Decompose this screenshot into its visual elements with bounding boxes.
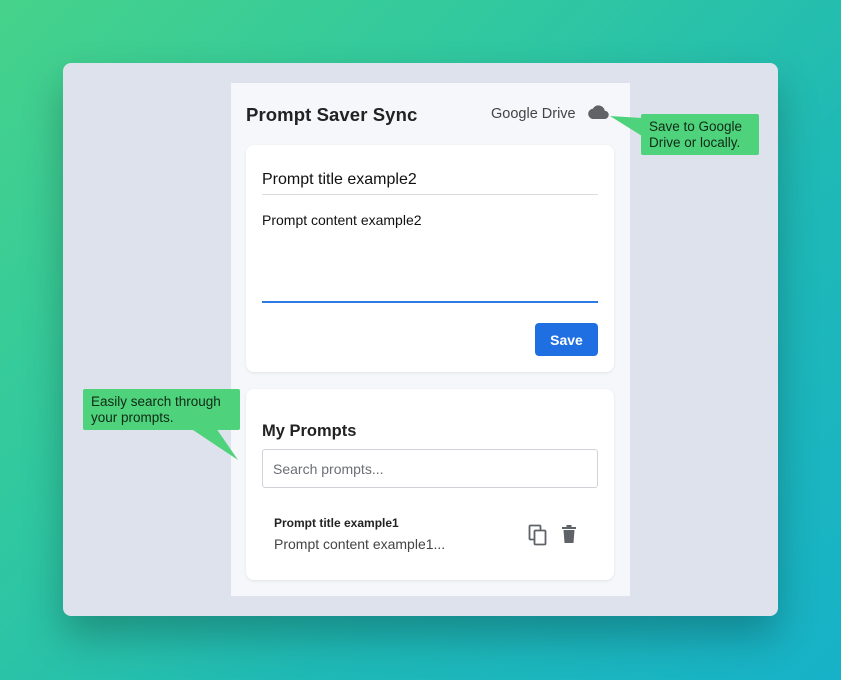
search-input[interactable] — [262, 449, 598, 488]
prompt-editor-card: Prompt content example2 Save — [246, 145, 614, 372]
extension-popup: Prompt Saver Sync Google Drive Prompt co… — [231, 83, 630, 596]
prompt-list-item[interactable]: Prompt title example1 Prompt content exa… — [274, 516, 584, 556]
callout-drive: Save to Google Drive or locally. — [641, 114, 759, 155]
prompt-title-input[interactable] — [262, 165, 598, 195]
prompt-item-content: Prompt content example1... — [274, 536, 446, 552]
my-prompts-heading: My Prompts — [262, 422, 357, 440]
prompt-content-textarea[interactable]: Prompt content example2 — [262, 211, 598, 303]
app-title: Prompt Saver Sync — [246, 104, 418, 125]
callout-search: Easily search through your prompts. — [83, 389, 240, 430]
callout-search-pointer — [190, 428, 238, 460]
save-button[interactable]: Save — [535, 323, 598, 356]
my-prompts-card: My Prompts Prompt title example1 Prompt … — [246, 389, 614, 580]
cloud-icon[interactable] — [587, 103, 609, 121]
prompt-item-title: Prompt title example1 — [274, 516, 399, 530]
trash-icon[interactable] — [561, 525, 577, 544]
storage-label: Google Drive — [491, 106, 576, 122]
callout-drive-pointer — [610, 116, 642, 136]
copy-icon[interactable] — [528, 524, 548, 546]
